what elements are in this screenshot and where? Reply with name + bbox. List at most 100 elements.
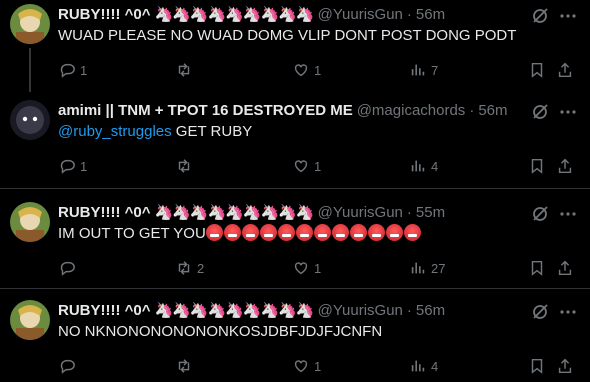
- views-button[interactable]: 7: [409, 60, 438, 80]
- bookmark-icon: [531, 62, 543, 78]
- reply-button[interactable]: 1: [58, 156, 87, 176]
- retweet-count: 2: [197, 260, 205, 276]
- more-options-icon[interactable]: [558, 204, 578, 224]
- timestamp[interactable]: 56m: [416, 302, 445, 319]
- avatar[interactable]: [10, 4, 50, 44]
- reply-button[interactable]: [58, 356, 80, 376]
- handle[interactable]: @YuurisGun: [318, 302, 403, 319]
- tweet[interactable]: amimi || TNM + TPOT 16 DESTROYED ME @mag…: [0, 96, 590, 188]
- timestamp[interactable]: 56m: [478, 102, 507, 119]
- retweet-button[interactable]: [175, 60, 197, 80]
- tweet[interactable]: RUBY!!!! ^0^ 🦄🦄🦄🦄🦄🦄🦄🦄🦄 @YuurisGun · 56m …: [0, 0, 590, 92]
- tweet[interactable]: RUBY!!!! ^0^ 🦄🦄🦄🦄🦄🦄🦄🦄🦄 @YuurisGun · 56m …: [0, 296, 590, 382]
- handle[interactable]: @magicachords: [357, 102, 466, 119]
- avatar[interactable]: [10, 300, 50, 340]
- share-icon: [558, 358, 572, 374]
- handle[interactable]: @YuurisGun: [318, 6, 403, 23]
- more-options-icon[interactable]: [558, 302, 578, 322]
- angry-face-emoji: [367, 224, 385, 241]
- retweet-button[interactable]: 2: [175, 258, 204, 278]
- views-button[interactable]: 4: [409, 156, 438, 176]
- reply-count: 1: [80, 158, 88, 174]
- tweet-body: GET RUBY: [171, 123, 253, 140]
- like-button[interactable]: 1: [292, 258, 321, 278]
- like-count: 1: [314, 358, 322, 374]
- timestamp[interactable]: 55m: [416, 204, 445, 221]
- bookmark-button[interactable]: [528, 356, 550, 376]
- tweet-header: RUBY!!!! ^0^ 🦄🦄🦄🦄🦄🦄🦄🦄🦄 @YuurisGun · 56m: [58, 4, 550, 24]
- retweet-button[interactable]: [175, 156, 197, 176]
- display-name[interactable]: RUBY!!!! ^0^: [58, 204, 151, 221]
- angry-face-emoji: [385, 224, 403, 241]
- views-icon: [411, 64, 425, 76]
- timeline: RUBY!!!! ^0^ 🦄🦄🦄🦄🦄🦄🦄🦄🦄 @YuurisGun · 56m …: [0, 0, 590, 382]
- bookmark-icon: [531, 358, 543, 374]
- timestamp[interactable]: 56m: [416, 6, 445, 23]
- tweet[interactable]: RUBY!!!! ^0^ 🦄🦄🦄🦄🦄🦄🦄🦄🦄 @YuurisGun · 55m …: [0, 198, 590, 288]
- share-button[interactable]: [556, 60, 578, 80]
- tweet-header: RUBY!!!! ^0^ 🦄🦄🦄🦄🦄🦄🦄🦄🦄 @YuurisGun · 55m: [58, 202, 550, 222]
- name-emojis: 🦄🦄🦄🦄🦄🦄🦄🦄🦄: [154, 302, 315, 319]
- action-bar: 1 4: [58, 356, 580, 376]
- bookmark-button[interactable]: [528, 60, 550, 80]
- like-button[interactable]: 1: [292, 356, 321, 376]
- mention-link[interactable]: @ruby_struggles: [58, 123, 172, 140]
- views-icon: [411, 160, 425, 172]
- grok-icon[interactable]: [530, 6, 550, 26]
- reply-button[interactable]: [58, 258, 80, 278]
- bookmark-button[interactable]: [528, 258, 550, 278]
- retweet-icon: [178, 63, 190, 77]
- name-emojis: 🦄🦄🦄🦄🦄🦄🦄🦄🦄: [154, 204, 315, 221]
- more-options-icon[interactable]: [558, 6, 578, 26]
- avatar-image: [10, 4, 50, 44]
- reply-icon: [60, 159, 75, 174]
- display-name[interactable]: RUBY!!!! ^0^: [58, 302, 151, 319]
- display-name[interactable]: amimi || TNM + TPOT 16 DESTROYED ME: [58, 102, 353, 119]
- avatar[interactable]: [10, 202, 50, 242]
- grok-icon[interactable]: [530, 204, 550, 224]
- reply-icon: [60, 359, 75, 374]
- reply-icon: [60, 63, 75, 78]
- like-count: 1: [314, 260, 322, 276]
- heart-icon: [294, 160, 308, 173]
- separator-dot: ·: [406, 203, 412, 221]
- tweet-divider: [0, 188, 590, 189]
- share-button[interactable]: [556, 258, 578, 278]
- name-emojis: 🦄🦄🦄🦄🦄🦄🦄🦄🦄: [154, 6, 315, 23]
- bookmark-button[interactable]: [528, 156, 550, 176]
- angry-face-emoji: [295, 224, 313, 241]
- share-button[interactable]: [556, 356, 578, 376]
- views-icon: [411, 262, 425, 274]
- thread-line: [29, 48, 31, 92]
- share-button[interactable]: [556, 156, 578, 176]
- reply-button[interactable]: 1: [58, 60, 87, 80]
- views-button[interactable]: 4: [409, 356, 438, 376]
- tweet-text: NO NKNONONONONONKOSJDBFJDJFJCNFN: [58, 323, 383, 340]
- retweet-button[interactable]: [175, 356, 197, 376]
- bookmark-icon: [531, 260, 543, 276]
- tweet-header: RUBY!!!! ^0^ 🦄🦄🦄🦄🦄🦄🦄🦄🦄 @YuurisGun · 56m: [58, 300, 550, 320]
- handle[interactable]: @YuurisGun: [318, 204, 403, 221]
- heart-icon: [294, 262, 308, 275]
- grok-icon[interactable]: [530, 102, 550, 122]
- action-bar: 1 1 7: [58, 60, 580, 80]
- display-name[interactable]: RUBY!!!! ^0^: [58, 6, 151, 23]
- more-options-icon[interactable]: [558, 102, 578, 122]
- reply-icon: [60, 261, 75, 276]
- reply-count: 1: [80, 62, 88, 78]
- angry-face-emoji: [223, 224, 241, 241]
- views-button[interactable]: 27: [409, 258, 445, 278]
- heart-icon: [294, 64, 308, 77]
- avatar-image: [10, 300, 50, 340]
- share-icon: [558, 158, 572, 174]
- separator-dot: ·: [469, 101, 475, 119]
- like-button[interactable]: 1: [292, 156, 321, 176]
- avatar[interactable]: [10, 100, 50, 140]
- action-bar: 2 1 27: [58, 258, 580, 278]
- like-button[interactable]: 1: [292, 60, 321, 80]
- tweet-text: @ruby_struggles GET RUBY: [58, 122, 580, 142]
- grok-icon[interactable]: [530, 302, 550, 322]
- angry-face-emoji: [205, 224, 223, 241]
- avatar-image: [10, 100, 50, 140]
- tweet-text: IM OUT TO GET YOU: [58, 224, 580, 244]
